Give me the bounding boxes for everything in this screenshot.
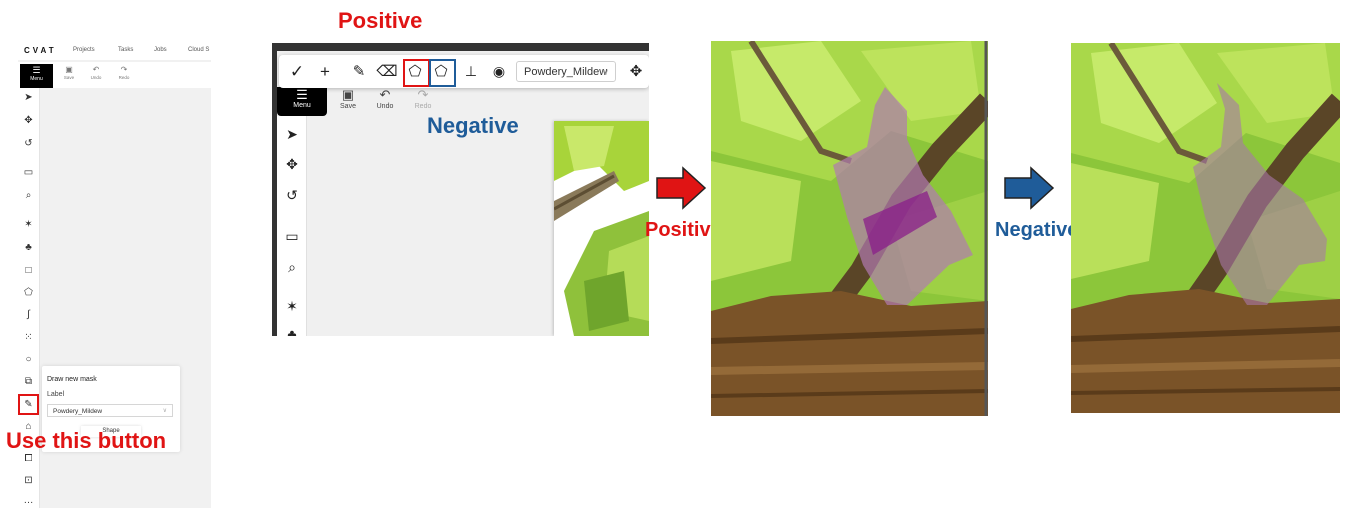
zoomed-toolbar-panel: ☰ Menu ▣ Save ↶ Undo ↷ Redo ✓ + ✎ ⌫ ⬠ ⬠ ⊥ ◉…: [272, 43, 649, 336]
rotate-icon[interactable]: ↺: [21, 136, 36, 151]
brush-mask-icon[interactable]: ✎: [18, 394, 39, 415]
undo-button[interactable]: ↶ Undo: [368, 87, 402, 110]
grapevine-photo-positive: [711, 41, 988, 416]
undo-label: Undo: [376, 103, 394, 110]
undo-label: Undo: [90, 75, 102, 80]
top-navbar: CVAT Projects Tasks Jobs Cloud S: [18, 42, 211, 60]
menu-button[interactable]: ☰ Menu: [20, 64, 53, 88]
cuboid-icon[interactable]: ⧉: [21, 374, 36, 389]
zoom-region-icon[interactable]: ⌕: [21, 188, 36, 203]
leaf-image-preview: [554, 121, 649, 336]
save-icon: ▣: [341, 87, 355, 102]
popover-title: Draw new mask: [47, 376, 97, 383]
right-arrow-blue-icon: [1004, 166, 1055, 210]
zoom-region-icon[interactable]: ⌕: [282, 257, 302, 277]
right-arrow-red-icon: [656, 166, 707, 210]
magic-wand-icon[interactable]: ✶: [21, 217, 36, 232]
magic-wand-icon[interactable]: ✶: [282, 296, 302, 316]
chevron-down-icon: ∨: [602, 67, 609, 77]
negative-caption: Negative: [427, 113, 519, 138]
save-label: Save: [340, 103, 356, 110]
ellipse-icon[interactable]: ○: [21, 352, 36, 367]
menu-label: Menu: [30, 76, 43, 82]
cursor-icon[interactable]: ➤: [21, 90, 36, 105]
ai-tools-icon[interactable]: ♣: [21, 240, 36, 255]
positive-caption: Positive: [338, 8, 423, 33]
redo-icon: ↷: [120, 65, 128, 74]
rectangle-fit-icon[interactable]: ▭: [21, 165, 36, 180]
move-icon[interactable]: ✥: [624, 55, 648, 88]
rotate-icon[interactable]: ↺: [282, 185, 302, 205]
points-icon[interactable]: ⁙: [21, 330, 36, 345]
check-icon[interactable]: ✓: [285, 55, 309, 88]
ai-tools-icon[interactable]: ♣: [282, 324, 302, 336]
save-icon: ▣: [65, 65, 73, 74]
polyline-icon[interactable]: ∫: [21, 307, 36, 322]
mask-drawing-toolbar: ✓ + ✎ ⌫ ⬠ ⬠ ⊥ ◉ Powdery_Mildew ∨ ✥: [279, 55, 649, 88]
rectangle-fit-icon[interactable]: ▭: [282, 226, 302, 246]
nav-projects[interactable]: Projects: [73, 47, 95, 53]
menu-label: Menu: [293, 102, 311, 109]
label-select-value: Powdery_Mildew: [53, 408, 103, 415]
label-select[interactable]: Powdery_Mildew ∨: [516, 61, 616, 82]
move-icon[interactable]: ✥: [282, 154, 302, 174]
redo-label: Redo: [414, 103, 432, 110]
label-caption: Label: [47, 391, 65, 398]
arrow-negative-label: Negative: [995, 219, 1079, 241]
rectangle-icon[interactable]: □: [21, 263, 36, 278]
chevron-down-icon: ∨: [162, 408, 167, 414]
baseline-icon[interactable]: ⊥: [459, 55, 483, 88]
use-this-button-caption: Use this button: [6, 428, 167, 453]
redo-label: Redo: [118, 75, 130, 80]
nav-jobs[interactable]: Jobs: [154, 47, 167, 53]
menu-button[interactable]: ☰ Menu: [277, 87, 327, 116]
nav-tasks[interactable]: Tasks: [118, 47, 133, 53]
undo-icon: ↶: [92, 65, 100, 74]
grapevine-photo-negative: [1071, 43, 1340, 413]
label-select[interactable]: Powdery_Mildew ∨: [47, 404, 173, 417]
nav-cloud[interactable]: Cloud S: [188, 47, 209, 53]
controls-sidebar: ➤ ✥ ↺ ▭ ⌕ ✶ ♣: [277, 116, 307, 336]
cursor-icon[interactable]: ➤: [282, 124, 302, 144]
cvat-logo: CVAT: [24, 46, 57, 55]
brush-icon[interactable]: ✎: [347, 55, 371, 88]
polygon-icon[interactable]: ⬠: [21, 285, 36, 300]
undo-button[interactable]: ↶ Undo: [85, 65, 107, 80]
undo-icon: ↶: [379, 87, 391, 102]
hamburger-icon: ☰: [296, 87, 308, 102]
eraser-icon[interactable]: ⌫: [375, 55, 399, 88]
save-button[interactable]: ▣ Save: [331, 87, 365, 110]
positive-highlight-box: [403, 59, 430, 87]
save-label: Save: [63, 75, 75, 80]
negative-highlight-box: [429, 59, 456, 87]
move-icon[interactable]: ✥: [21, 113, 36, 128]
plus-icon[interactable]: +: [313, 55, 337, 88]
more-icon[interactable]: …: [21, 493, 36, 508]
eye-icon[interactable]: ◉: [487, 55, 511, 88]
redo-icon: ↷: [417, 87, 429, 102]
save-button[interactable]: ▣ Save: [58, 65, 80, 80]
redo-button[interactable]: ↷ Redo: [406, 87, 440, 110]
label-select-value: Powdery_Mildew: [524, 66, 608, 78]
hamburger-icon: ☰: [32, 65, 41, 75]
window-frame: [272, 43, 649, 51]
split-icon[interactable]: ⊡: [21, 473, 36, 488]
redo-button[interactable]: ↷ Redo: [113, 65, 135, 80]
